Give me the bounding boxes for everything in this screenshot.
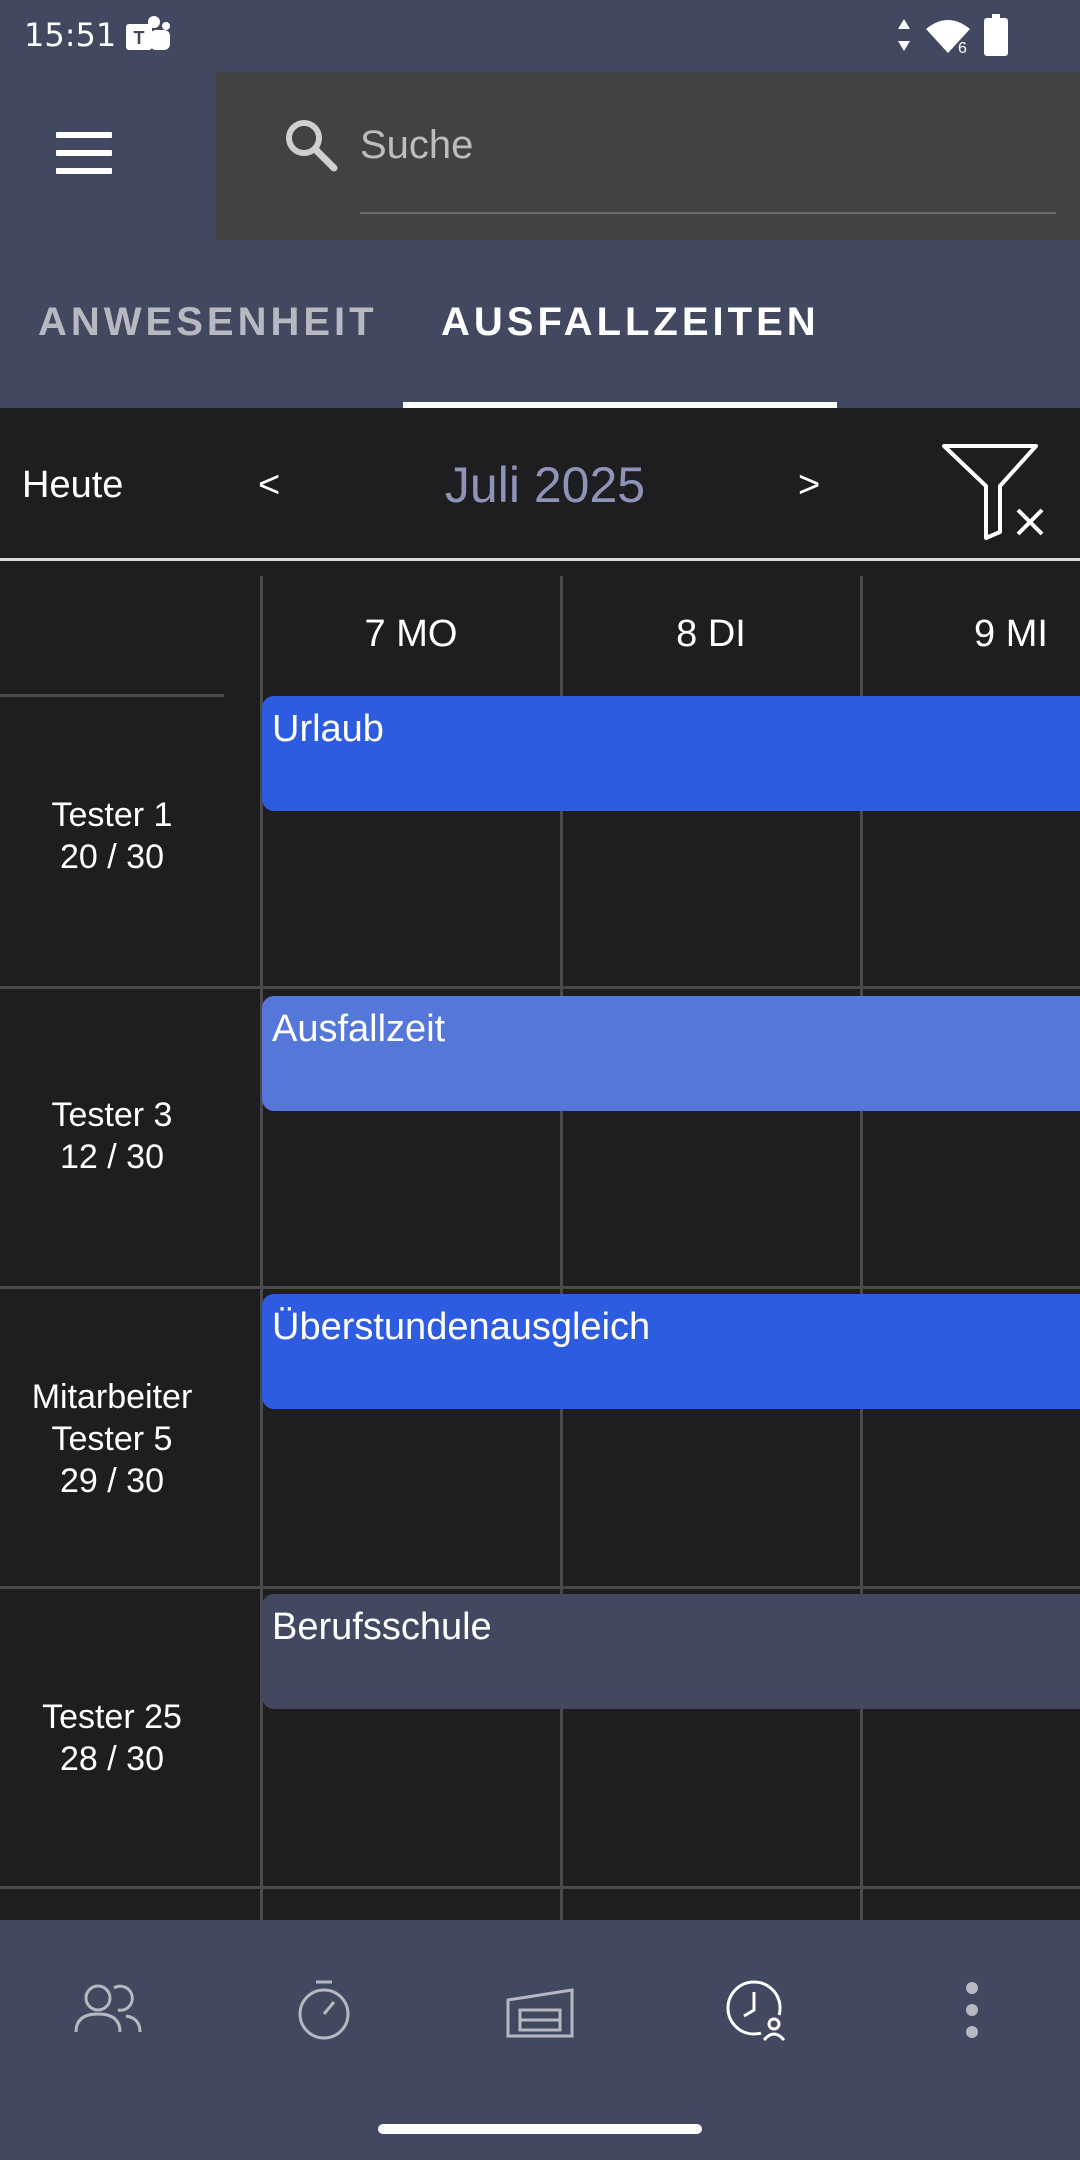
prev-month-button[interactable]: < [258, 464, 280, 507]
grid-row-line [0, 1886, 1080, 1889]
employee-quota: 29 / 30 [60, 1462, 164, 1500]
employee-label: Mitarbeiter Tester 5 29 / 30 [0, 1376, 224, 1502]
network-arrows-icon [898, 19, 910, 51]
employee-quota: 12 / 30 [60, 1138, 164, 1176]
calendar-header: Heute < Juli 2025 > [0, 408, 1080, 561]
day-header: 8 DI [676, 613, 746, 655]
event-label: Berufsschule [272, 1606, 492, 1648]
event-label: Überstundenausgleich [272, 1306, 651, 1348]
employee-label: Tester 1 20 / 30 [0, 794, 224, 878]
menu-icon-bar [56, 150, 112, 156]
menu-button[interactable] [40, 132, 130, 192]
svg-text:6: 6 [958, 40, 967, 55]
tab-bar: ANWESENHEIT AUSFALLZEITEN [0, 240, 1080, 408]
search-icon [286, 120, 338, 172]
employee-name: Tester 1 [51, 796, 173, 834]
absence-event[interactable]: Urlaub [262, 696, 1080, 811]
day-header: 9 MI [974, 613, 1048, 655]
grid-row-line [0, 1286, 1080, 1289]
tab-ausfallzeiten[interactable]: AUSFALLZEITEN [441, 300, 820, 345]
svg-text:T: T [134, 28, 145, 48]
next-month-button[interactable]: > [798, 464, 820, 507]
grid-row-line [0, 1586, 1080, 1589]
day-header: 7 MO [364, 613, 458, 655]
menu-icon [56, 132, 112, 138]
grid-row-line [0, 694, 224, 697]
today-button[interactable]: Heute [22, 464, 123, 507]
more-vertical-icon[interactable] [932, 1970, 1012, 2050]
grid-row-line [0, 986, 1080, 989]
stopwatch-icon[interactable] [284, 1970, 364, 2050]
app-bar [0, 72, 1080, 240]
search-box [216, 72, 1080, 240]
search-input[interactable] [360, 110, 1040, 180]
bottom-nav [0, 1920, 1080, 2160]
clear-filter-icon[interactable] [940, 442, 1050, 542]
home-indicator [378, 2124, 702, 2134]
absence-event[interactable]: Berufsschule [262, 1594, 1080, 1709]
search-underline [360, 212, 1056, 214]
employee-name: Tester 3 [51, 1096, 173, 1134]
battery-icon [984, 14, 1008, 56]
status-right: 6 [896, 14, 1008, 56]
month-label: Juli 2025 [444, 457, 646, 513]
employee-quota: 28 / 30 [60, 1740, 164, 1778]
event-label: Ausfallzeit [272, 1008, 446, 1050]
employee-name-line1: Mitarbeiter [31, 1378, 193, 1416]
header-divider [0, 558, 1080, 561]
garage-icon[interactable] [500, 1970, 580, 2050]
clock-user-icon[interactable] [716, 1970, 796, 2050]
employee-name-line2: Tester 5 [51, 1420, 173, 1458]
wifi-icon: 6 [926, 20, 970, 55]
teams-icon: T [126, 16, 170, 50]
employee-quota: 20 / 30 [60, 838, 164, 876]
people-icon[interactable] [68, 1970, 148, 2050]
absence-event[interactable]: Ausfallzeit [262, 996, 1080, 1111]
calendar-grid: 7 MO 8 DI 9 MI Tester 1 20 / 30 Urlaub T… [0, 568, 1080, 1920]
status-time: 15:51 [24, 16, 117, 54]
absence-event[interactable]: Überstundenausgleich [262, 1294, 1080, 1409]
employee-label: Tester 3 12 / 30 [0, 1094, 224, 1178]
employee-label: Tester 25 28 / 30 [0, 1696, 224, 1780]
menu-icon-bar [56, 168, 112, 174]
tab-anwesenheit[interactable]: ANWESENHEIT [38, 300, 378, 345]
status-bar: 15:51 T 6 [0, 0, 1080, 72]
event-label: Urlaub [272, 708, 384, 750]
employee-name: Tester 25 [42, 1698, 182, 1736]
